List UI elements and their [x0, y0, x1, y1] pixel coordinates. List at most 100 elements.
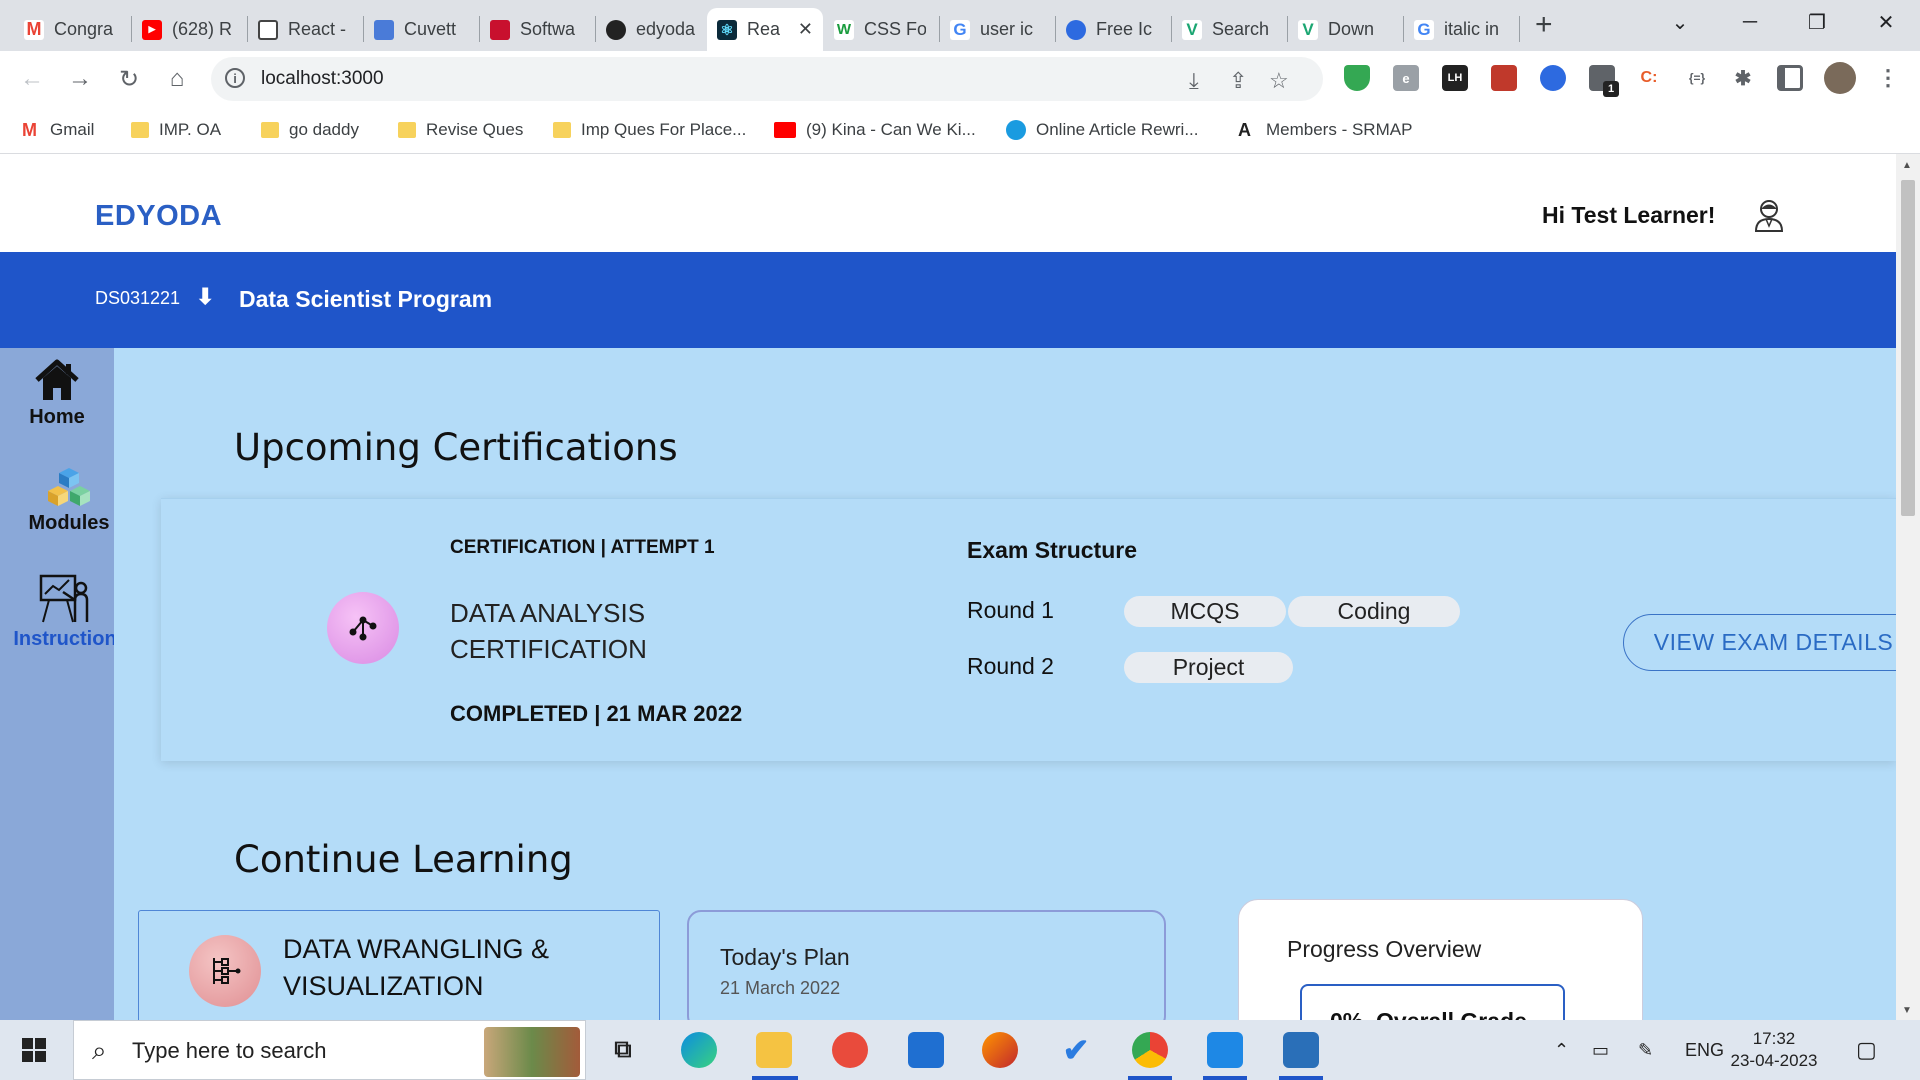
bookmark-item[interactable]: M Gmail [22, 117, 94, 143]
plan-date: 21 March 2022 [720, 978, 841, 998]
browser-tab[interactable]: G user ic [940, 8, 1052, 51]
install-icon[interactable]: ⤓ [1189, 68, 1199, 94]
shield-extension-icon[interactable] [1344, 65, 1370, 91]
sidebar-item-instruction[interactable]: Instruction [8, 574, 122, 651]
file-explorer-icon[interactable] [756, 1032, 792, 1068]
edge-icon[interactable] [681, 1032, 717, 1068]
photos-icon[interactable] [1283, 1032, 1319, 1068]
bookmark-item[interactable]: A Members - SRMAP [1238, 117, 1412, 143]
bookmark-item[interactable]: Online Article Rewri... [1006, 117, 1199, 143]
side-panel-icon[interactable] [1777, 65, 1803, 91]
scroll-up-icon[interactable]: ▲ [1902, 160, 1912, 171]
extension-red-icon[interactable] [1491, 65, 1517, 91]
menu-kebab-icon[interactable]: ⋮ [1875, 65, 1901, 91]
scroll-down-icon[interactable]: ▼ [1902, 1005, 1912, 1016]
module-card[interactable]: DATA WRANGLING & VISUALIZATION [138, 910, 660, 1020]
sidebar-item-label: Modules [28, 512, 110, 534]
progress-overview-card: Progress Overview 0% Overall Grade [1238, 899, 1643, 1020]
close-window-button[interactable]: ✕ [1866, 0, 1906, 44]
browser-tab[interactable]: Softwa [480, 8, 592, 51]
browser-tab[interactable]: edyoda [596, 8, 708, 51]
firefox-icon[interactable] [982, 1032, 1018, 1068]
extensions-puzzle-icon[interactable]: ✱ [1730, 65, 1756, 91]
user-avatar-icon[interactable] [1752, 198, 1786, 232]
module-title: DATA WRANGLING & VISUALIZATION [283, 934, 550, 1001]
bookmark-item[interactable]: Imp Ques For Place... [553, 117, 746, 143]
instruction-icon [39, 574, 89, 623]
vscode-icon[interactable] [1207, 1032, 1243, 1068]
todo-icon[interactable]: ✔ [1058, 1032, 1094, 1068]
minimize-button[interactable]: ─ [1730, 0, 1770, 44]
browser-tab[interactable]: Cuvett [364, 8, 476, 51]
home-button[interactable]: ⌂ [161, 63, 193, 95]
tab-title: Down [1328, 19, 1375, 39]
react-icon: ⚛ [717, 19, 737, 40]
batch-code[interactable]: DS031221 [95, 288, 180, 309]
browser-tab[interactable]: React - [248, 8, 360, 51]
browser-tab[interactable]: M Congra [14, 8, 126, 51]
extension-json-icon[interactable]: {=} [1684, 65, 1710, 91]
site-logo[interactable]: EDYODA [95, 200, 222, 233]
browser-tab[interactable]: G italic in [1404, 8, 1516, 51]
bookmark-star-icon[interactable]: ☆ [1269, 68, 1289, 94]
tab-search-button[interactable]: ⌄ [1660, 0, 1700, 44]
active-indicator [1128, 1076, 1172, 1080]
square-icon [258, 19, 278, 40]
bookmark-item[interactable]: IMP. OA [131, 117, 221, 143]
windows-start-icon[interactable] [22, 1038, 46, 1062]
page-scrollbar[interactable]: ▲ ▼ [1896, 154, 1920, 1020]
close-tab-icon[interactable]: ✕ [798, 19, 813, 40]
bookmark-item[interactable]: Revise Ques [398, 117, 523, 143]
profile-avatar[interactable] [1824, 62, 1856, 94]
browser-tab[interactable]: V Search [1172, 8, 1284, 51]
share-icon[interactable]: ⇪ [1229, 68, 1247, 94]
round-item-pill: MCQS [1124, 596, 1286, 627]
browser-tab[interactable]: W CSS Fo [824, 8, 936, 51]
chromium-icon[interactable] [832, 1032, 868, 1068]
browser-tab[interactable]: V Down [1288, 8, 1400, 51]
restore-button[interactable]: ❐ [1797, 0, 1837, 44]
forward-button[interactable]: → [64, 63, 96, 95]
browser-tab[interactable]: Free Ic [1056, 8, 1168, 51]
arrow-down-icon[interactable]: ⬇ [196, 284, 214, 310]
sidebar-item-label: Instruction [13, 628, 117, 650]
back-button[interactable]: ← [16, 63, 48, 95]
task-view-icon[interactable]: ⧉ [605, 1032, 641, 1068]
notifications-icon[interactable]: ▢ [1856, 1020, 1877, 1080]
taskbar-search[interactable]: ⌕ Type here to search [73, 1020, 586, 1080]
pen-icon[interactable]: ✎ [1638, 1020, 1653, 1080]
youtube-icon [774, 122, 796, 138]
view-exam-details-button[interactable]: VIEW EXAM DETAILS [1623, 614, 1896, 671]
restore-icon: ❐ [1808, 11, 1826, 34]
bookmark-label: go daddy [289, 120, 359, 139]
show-hidden-icons[interactable]: ⌃ [1554, 1020, 1569, 1080]
url-text[interactable]: localhost:3000 [261, 68, 384, 90]
new-tab-button[interactable]: + [1535, 8, 1553, 42]
browser-tab[interactable]: ▶ (628) R [132, 8, 244, 51]
site-info-icon[interactable]: i [225, 68, 245, 88]
reload-button[interactable]: ↻ [113, 63, 145, 95]
browser-tab-active[interactable]: ⚛ Rea ✕ [707, 8, 823, 51]
address-bar[interactable]: i localhost:3000 ⤓ ⇪ ☆ [211, 57, 1323, 101]
extension-lh-icon[interactable]: LH [1442, 65, 1468, 91]
store-icon[interactable] [908, 1032, 944, 1068]
data-flow-icon [213, 958, 241, 984]
language-indicator[interactable]: ENG [1685, 1020, 1724, 1080]
freeicons-icon [1066, 19, 1086, 40]
todays-plan-card[interactable]: Today's Plan 21 March 2022 [687, 910, 1166, 1020]
arrow-right-icon: → [68, 65, 92, 92]
chrome-icon[interactable] [1132, 1032, 1168, 1068]
clock[interactable]: 17:32 23-04-2023 [1728, 1028, 1820, 1072]
vuetify-icon: V [1182, 19, 1202, 40]
scrollbar-thumb[interactable] [1901, 180, 1915, 516]
extension-c-icon[interactable]: C: [1636, 65, 1662, 91]
extension-blue-icon[interactable] [1540, 65, 1566, 91]
extension-e-icon[interactable]: e [1393, 65, 1419, 91]
bookmark-item[interactable]: go daddy [261, 117, 359, 143]
battery-icon[interactable]: ▭ [1592, 1020, 1609, 1080]
bookmark-item[interactable]: (9) Kina - Can We Ki... [774, 117, 976, 143]
sidebar-item-modules[interactable]: Modules [12, 466, 126, 535]
web-page: EDYODA Hi Test Learner! DS031221 ⬇ Data … [0, 154, 1896, 1020]
folder-icon [398, 122, 416, 138]
sidebar-item-home[interactable]: Home [0, 358, 114, 429]
